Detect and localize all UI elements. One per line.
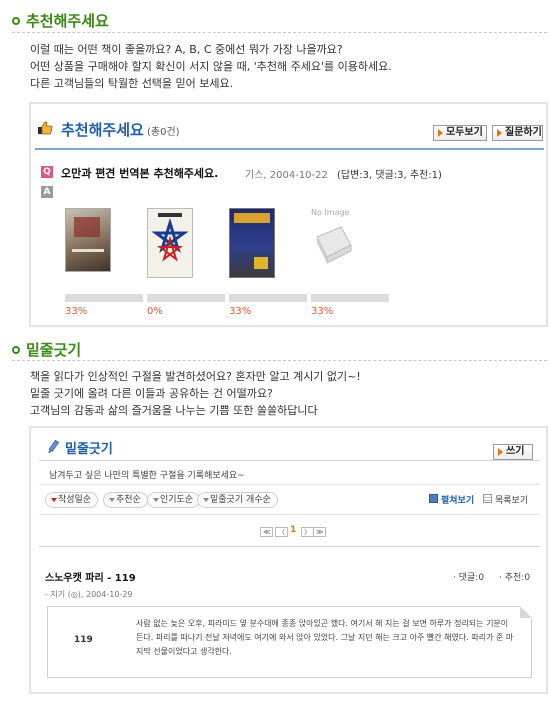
view-all-button[interactable]: 모두보기	[433, 125, 487, 141]
quote-text: 사람 없는 늦은 오후, 피라미드 옆 분수대에 종종 앉아있곤 했다. 여기서…	[136, 619, 514, 656]
list-view-icon[interactable]	[483, 494, 492, 503]
question-stats: (답변:3, 댓글:3, 추천:1)	[337, 170, 442, 181]
book-vote-percent-2: 0%	[147, 306, 163, 317]
entry-comments: · 댓글:0	[453, 573, 485, 583]
list-view-link[interactable]: 목록보기	[495, 493, 528, 506]
recommend-panel-title: 추천해주세요	[61, 121, 144, 139]
q-tag: Q	[41, 166, 53, 178]
pagination-current[interactable]: 1	[290, 525, 296, 535]
book-placeholder-icon	[316, 226, 352, 264]
quote-card: 119 사람 없는 늦은 오후, 피라미드 옆 분수대에 종종 앉아있곤 했다.…	[47, 606, 532, 678]
section-highlight-header: 밑줄긋기	[12, 339, 81, 360]
section-recommend-title: 추천해주세요	[26, 12, 109, 30]
highlight-subtitle: 남겨두고 싶은 나만의 특별한 구절을 기록해보세요~	[49, 471, 245, 481]
book-vote-percent-3: 33%	[229, 306, 252, 317]
sort-by-count-button[interactable]: 밑줄긋기 개수순	[197, 492, 278, 508]
book-cover-2[interactable]	[147, 208, 193, 278]
entry-title-link[interactable]: 스노우캣 파리 - 119	[45, 569, 136, 584]
divider	[12, 32, 547, 33]
description-line: 이럴 때는 어떤 책이 좋을까요? A, B, C 중에선 뭐가 가장 나을까요…	[30, 43, 343, 56]
divider	[39, 546, 540, 547]
panel-header-rule	[35, 148, 544, 150]
section-recommend-description: 이럴 때는 어떤 책이 좋을까요? A, B, C 중에선 뭐가 가장 나을까요…	[30, 41, 545, 92]
section-highlight-description: 책을 읽다가 인상적인 구절을 발견하셨어요? 혼자만 알고 계시기 없기~! …	[30, 368, 545, 419]
ask-question-button[interactable]: 질문하기	[492, 125, 543, 141]
book-vote-bar-3	[229, 294, 307, 302]
recommend-count: (총0건)	[147, 127, 180, 138]
book-vote-percent-4: 33%	[311, 306, 334, 317]
book-vote-bar-1	[65, 294, 143, 302]
pagination-last[interactable]: ≫	[313, 527, 327, 537]
section-highlight-title: 밑줄긋기	[26, 341, 82, 359]
book-cover-1[interactable]	[65, 208, 111, 272]
description-line: 책을 읽다가 인상적인 구절을 발견하셨어요? 혼자만 알고 계시기 없기~!	[30, 370, 361, 383]
pagination-prev[interactable]: 〈	[275, 527, 288, 537]
quote-page-number: 119	[74, 635, 93, 645]
bullet-circle-icon	[12, 345, 20, 354]
description-line: 다른 고객님들의 탁월한 선택을 믿어 보세요.	[30, 77, 234, 90]
book-cover-3[interactable]	[229, 208, 275, 278]
book-vote-percent-1: 33%	[65, 306, 88, 317]
divider	[39, 484, 540, 485]
thumbs-up-icon	[37, 120, 53, 135]
no-image-label: No Image	[311, 208, 350, 217]
description-line: 어떤 상품을 구매해야 할지 확신이 서지 않을 때, '추천해 주세요'를 이…	[30, 60, 392, 73]
question-meta: 기스, 2004-10-22	[245, 170, 328, 181]
entry-recommends: · 추천:0	[499, 573, 531, 583]
page-fold-corner	[520, 606, 532, 618]
divider	[39, 514, 540, 515]
write-button[interactable]: 쓰기	[493, 444, 533, 460]
bullet-circle-icon	[12, 16, 20, 25]
card-view-icon[interactable]	[429, 494, 438, 503]
description-line: 밑줄 긋기에 올려 다른 이들과 공유하는 건 어떨까요?	[30, 387, 273, 400]
highlight-panel: 밑줄긋기 쓰기 남겨두고 싶은 나만의 특별한 구절을 기록해보세요~ 작성일순…	[29, 426, 548, 694]
highlight-panel-title: 밑줄긋기	[65, 442, 113, 457]
section-recommend-header: 추천해주세요	[12, 10, 109, 31]
entry-meta: - 지기 (◎), 2004-10-29	[45, 590, 133, 599]
sort-by-popularity-button[interactable]: 인기도순	[147, 492, 201, 508]
sort-by-date-button[interactable]: 작성일순	[45, 492, 99, 508]
pagination-first[interactable]: ≪	[260, 527, 274, 537]
recommend-panel: 추천해주세요 (총0건) 모두보기 질문하기 Q 오만과 편견 번역본 추천해주…	[29, 102, 548, 327]
divider	[12, 360, 547, 361]
card-view-link[interactable]: 펼쳐보기	[441, 493, 474, 506]
book-vote-bar-4	[311, 294, 389, 302]
book-cover-no-image[interactable]: No Image	[311, 208, 355, 272]
book-vote-bar-2	[147, 294, 225, 302]
question-title-link[interactable]: 오만과 편견 번역본 추천해주세요.	[61, 165, 218, 181]
sort-by-recommend-button[interactable]: 추천순	[103, 492, 148, 508]
description-line: 고객님의 감동과 삶의 즐거움을 나누는 기쁨 또한 쏠쏠하답니다	[30, 404, 318, 417]
panel-header-rule	[39, 460, 540, 461]
a-tag: A	[41, 186, 53, 198]
pencil-icon	[45, 439, 61, 455]
